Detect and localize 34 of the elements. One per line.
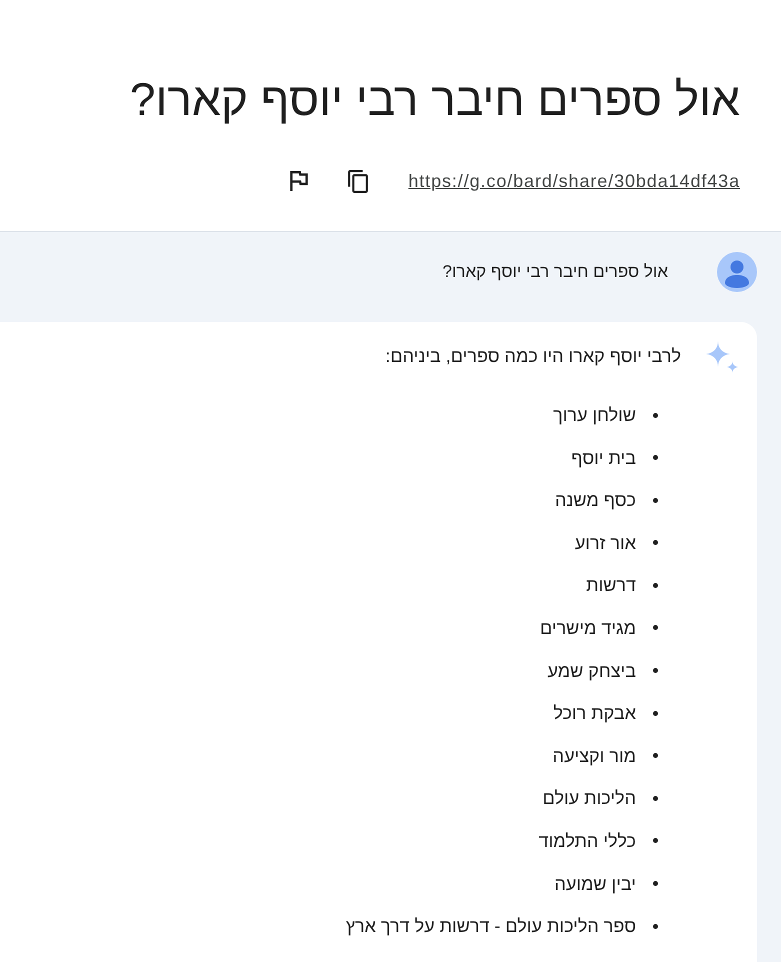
bullet-icon [653,498,658,503]
list-item-text: מגיד מישרים [540,616,636,640]
share-link[interactable]: https://g.co/bard/share/30bda14df43a [408,170,740,192]
list-item-text: אור זרוע [574,532,636,555]
list-item-text: בית יוסף [571,446,636,470]
bullet-icon [653,668,658,674]
page-title: אול ספרים חיבר רבי יוסף קארו? [130,72,740,127]
copy-icon[interactable] [348,170,368,192]
bullet-icon [653,796,658,801]
flag-icon[interactable] [290,171,308,191]
bullet-icon [653,753,658,758]
list-item-text: כללי התלמוד [538,830,636,853]
list-item-text: דרשות [586,574,636,598]
list-item-text: שולחן ערוך [553,404,636,427]
list-item-text: ספר הליכות עולם - דרשות על דרך ארץ [346,915,636,938]
list-item-text: הליכות עולם [542,787,636,810]
bullet-icon [653,412,658,418]
bullet-icon [653,924,658,929]
bullet-icon [653,540,658,546]
bullet-icon [653,838,658,844]
bullet-icon [653,710,658,716]
list-item-text: יבין שמועה [554,872,636,896]
response-intro: לרבי יוסף קארו היו כמה ספרים, ביניהם: [385,345,681,368]
list-item-text: כסף משנה [554,489,636,512]
avatar-icon [717,252,757,292]
sparkle-icon [706,341,738,373]
prompt-text: אול ספרים חיבר רבי יוסף קארו? [442,261,668,283]
bullet-icon [653,881,658,886]
bullet-icon [653,455,658,460]
list-item-text: ביצחק שמע [547,660,636,683]
bullet-icon [653,625,658,630]
list-item-text: מור וקציעה [552,744,636,768]
list-item-text: אבקת רוכל [553,702,636,726]
bullet-icon [653,582,658,588]
